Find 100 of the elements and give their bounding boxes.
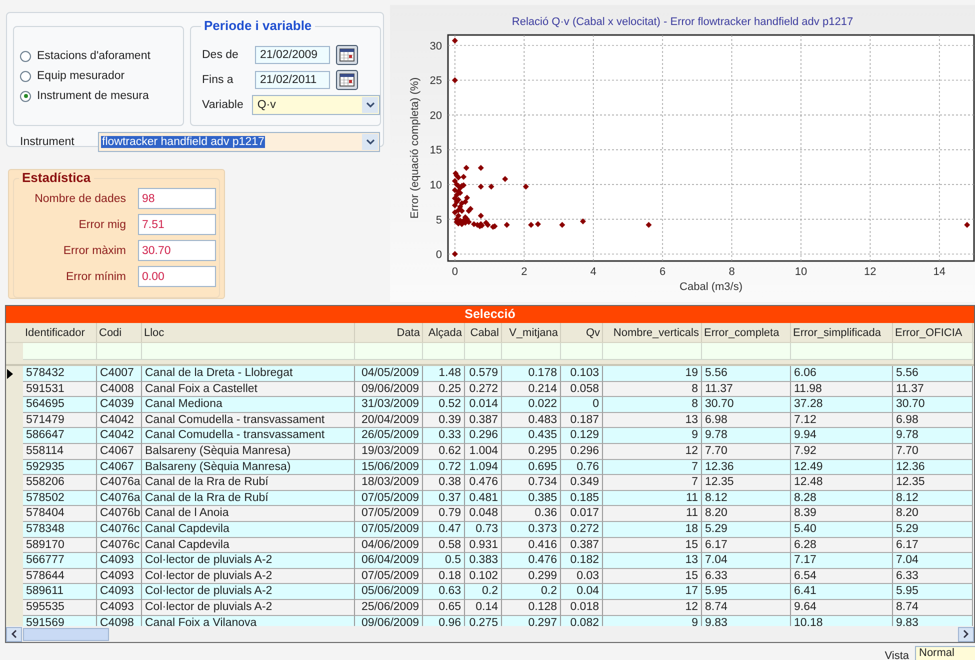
table-cell: 591531 [23, 382, 97, 398]
table-cell: 0.387 [561, 538, 603, 554]
date-field[interactable]: 21/02/2011 [255, 71, 330, 89]
calendar-icon[interactable] [336, 45, 358, 65]
filter-field[interactable] [423, 343, 465, 360]
scroll-left-icon[interactable] [6, 626, 22, 642]
table-cell: C4039 [97, 397, 142, 413]
column-header[interactable]: Data [355, 323, 423, 342]
row-header[interactable] [6, 366, 23, 382]
field-label: Vista [884, 650, 909, 660]
column-header[interactable]: Codi [97, 323, 142, 342]
x-tick-label: 2 [521, 266, 528, 278]
table-cell: 06/04/2009 [355, 553, 423, 569]
radio-icon[interactable] [20, 90, 31, 102]
column-header[interactable]: Cabal [465, 323, 502, 342]
table-cell: 8.12 [893, 490, 973, 506]
filter-field[interactable] [355, 343, 423, 360]
table-cell: 0.96 [423, 616, 465, 626]
table-cell: 0.435 [502, 428, 561, 444]
data-point [452, 38, 458, 44]
table-cell: 0.058 [561, 382, 603, 398]
column-header[interactable]: Error_simplificada [791, 323, 893, 342]
instrument-dropdown[interactable]: flowtracker handfield adv p1217 [98, 132, 380, 152]
table-cell: 0.299 [502, 568, 561, 584]
data-point [502, 176, 508, 182]
table-cell: 1.48 [423, 366, 465, 382]
table-cell: C4067 [97, 444, 142, 460]
table-cell: 591569 [23, 616, 97, 626]
value-field[interactable]: 30.70 [138, 240, 216, 261]
x-tick-label: 10 [794, 266, 808, 278]
table-cell: 0.416 [502, 538, 561, 554]
value-field[interactable]: 0.00 [138, 266, 216, 287]
filter-field[interactable] [502, 343, 561, 360]
filter-field[interactable] [97, 343, 142, 360]
table-cell: 12 [603, 600, 702, 616]
value-field[interactable]: 7.51 [138, 214, 216, 235]
table-cell: 7 [603, 475, 702, 491]
x-tick-label: 4 [590, 266, 596, 278]
table-cell: 9.83 [702, 616, 791, 626]
field-label: Error mig [78, 218, 126, 230]
table-cell: 8 [603, 382, 702, 398]
filter-field[interactable] [465, 343, 502, 360]
column-header[interactable]: Qv [561, 323, 603, 342]
y-axis-title: Error (equació completa) (%) [409, 77, 421, 219]
radio-icon[interactable] [20, 70, 31, 82]
filter-field[interactable] [603, 343, 702, 360]
table-cell: 0.695 [502, 460, 561, 476]
table-cell: 6.98 [893, 412, 973, 428]
filter-field[interactable] [23, 343, 97, 360]
date-field[interactable]: 21/02/2009 [255, 46, 330, 64]
table-cell: Balsareny (Sèquia Manresa) [142, 444, 355, 460]
filter-field[interactable] [142, 343, 355, 360]
table-cell: 04/06/2009 [355, 538, 423, 554]
column-header[interactable]: Error_OFICIA [893, 323, 973, 342]
table-cell: 12.35 [893, 475, 973, 491]
filter-field[interactable] [702, 343, 791, 360]
table-cell: 0.476 [502, 553, 561, 569]
table-cell: 25/06/2009 [355, 600, 423, 616]
column-header[interactable]: Alçada [423, 323, 465, 342]
table-cell: 0.018 [561, 600, 603, 616]
column-header[interactable]: V_mitjana [502, 323, 561, 342]
radio-option[interactable]: Equip mesurador [20, 70, 183, 82]
filter-field[interactable] [893, 343, 973, 360]
table-cell: Canal de la Dreta - Llobregat [142, 366, 355, 382]
table-cell: 19 [603, 366, 702, 382]
data-point [580, 218, 586, 224]
filter-field[interactable] [791, 343, 893, 360]
column-header[interactable]: Identificador [23, 323, 97, 342]
table-cell: Canal Comudella - transvassament [142, 412, 355, 428]
radio-option[interactable]: Estacions d'aforament [20, 50, 183, 62]
table-cell: 0 [561, 397, 603, 413]
table-cell: 564695 [23, 397, 97, 413]
scrollbar-thumb[interactable] [23, 628, 109, 640]
table-cell: C4093 [97, 584, 142, 600]
table-cell: 0.082 [561, 616, 603, 626]
x-tick-label: 14 [933, 266, 946, 278]
y-tick-label: 5 [436, 214, 442, 226]
table-cell: 19/03/2009 [355, 444, 423, 460]
calendar-icon[interactable] [336, 70, 358, 90]
radio-label: Equip mesurador [37, 70, 125, 82]
table-cell: Col·lector de pluvials A-2 [142, 600, 355, 616]
table-cell: 5.95 [702, 584, 791, 600]
table-cell: 0.014 [465, 397, 502, 413]
column-header[interactable]: Nombre_verticals [603, 323, 702, 342]
variable-dropdown[interactable]: Q·v [252, 95, 380, 115]
filter-field[interactable] [561, 343, 603, 360]
radio-option[interactable]: Instrument de mesura [20, 90, 183, 102]
table-cell: 1.004 [465, 444, 502, 460]
table-cell: C4042 [97, 412, 142, 428]
radio-icon[interactable] [20, 50, 31, 62]
column-header[interactable]: Error_completa [702, 323, 791, 342]
view-field[interactable]: Normal [915, 646, 975, 660]
scroll-right-icon[interactable] [958, 626, 974, 642]
table-cell: 5.56 [893, 366, 973, 382]
table-cell: C4093 [97, 553, 142, 569]
column-header[interactable]: Lloc [142, 323, 355, 342]
table-cell: 578348 [23, 522, 97, 538]
value-field[interactable]: 98 [138, 188, 216, 209]
table-cell: 9 [603, 428, 702, 444]
table-cell: Canal de l Anoia [142, 506, 355, 522]
